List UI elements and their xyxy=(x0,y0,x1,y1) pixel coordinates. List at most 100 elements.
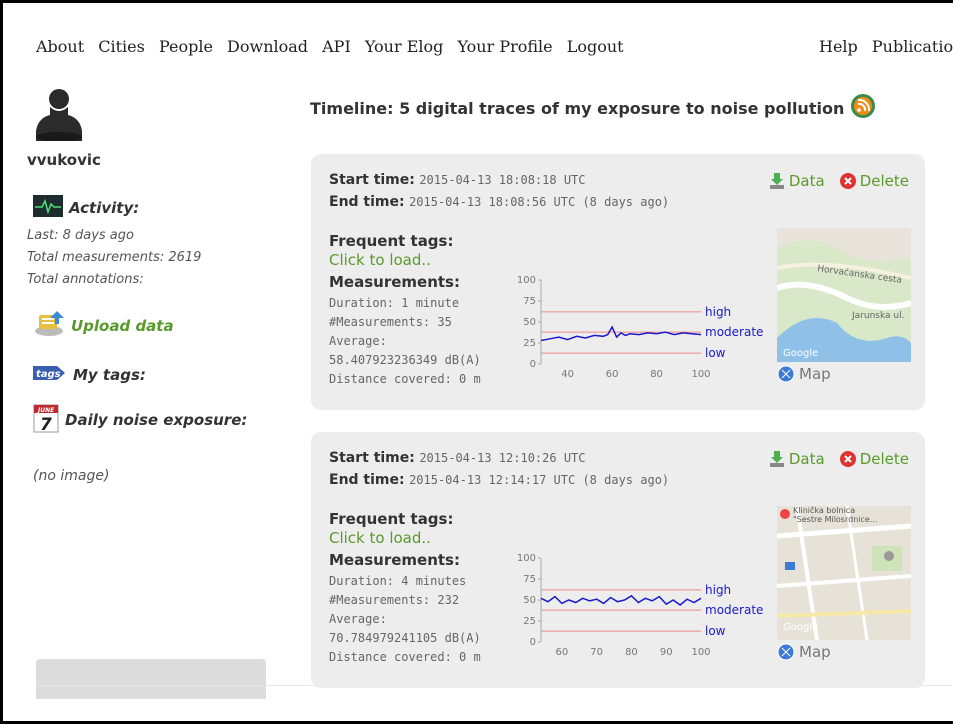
distance-covered: Distance covered: 0 m xyxy=(329,650,481,664)
measurement-count: #Measurements: 35 xyxy=(329,315,452,329)
measurements-details: Duration: 1 minute #Measurements: 35 Ave… xyxy=(329,294,481,389)
map-thumbnail[interactable]: Horvaćanska cesta Jarunska ul. Google xyxy=(777,228,911,362)
delete-button[interactable]: Delete xyxy=(839,172,909,190)
average-label: Average: xyxy=(329,334,387,348)
x-tick-label: 60 xyxy=(606,369,619,380)
threshold-label-high: high xyxy=(705,305,731,319)
x-tick-label: 60 xyxy=(556,647,569,658)
data-label: Data xyxy=(788,172,825,190)
activity-stats: Last: 8 days ago Total measurements: 261… xyxy=(27,225,201,291)
calendar-day: 7 xyxy=(40,415,52,433)
x-tick-label: 80 xyxy=(650,369,663,380)
upload-data-link[interactable]: Upload data xyxy=(33,311,174,341)
x-tick-label: 80 xyxy=(625,647,638,658)
x-tick-label: 70 xyxy=(590,647,603,658)
click-to-load-link[interactable]: Click to load.. xyxy=(329,251,431,269)
no-image-text: (no image) xyxy=(33,468,110,484)
download-icon xyxy=(768,450,786,468)
end-time-row: End time: 2015-04-13 12:14:17 UTC (8 day… xyxy=(329,472,669,488)
map-thumbnail[interactable]: Klinička bolnica "Sestre Milosrdnice... … xyxy=(777,506,911,640)
delete-button[interactable]: Delete xyxy=(839,450,909,468)
download-icon xyxy=(768,172,786,190)
noise-series-line xyxy=(540,325,702,342)
sidebar-grey-panel xyxy=(36,659,266,699)
nav-help[interactable]: Help xyxy=(819,37,858,56)
nav-api[interactable]: API xyxy=(322,37,351,56)
threshold-label-high: high xyxy=(705,583,731,597)
x-tick-label: 100 xyxy=(691,369,710,380)
nav-people[interactable]: People xyxy=(159,37,213,56)
daily-exposure-label: Daily noise exposure: xyxy=(65,411,248,429)
x-tick-label: 100 xyxy=(691,647,710,658)
noise-series-line xyxy=(540,594,702,606)
nav-right: Help Publicatio xyxy=(819,37,953,56)
nav-publications[interactable]: Publicatio xyxy=(872,37,953,56)
map-street-label: Jarunska ul. xyxy=(851,311,904,321)
map-icon xyxy=(777,643,795,661)
duration: Duration: 4 minutes xyxy=(329,574,467,588)
frequent-tags-heading: Frequent tags: xyxy=(329,232,454,250)
y-tick-label: 75 xyxy=(523,296,536,307)
map-label: Map xyxy=(799,643,831,661)
end-time-value: 2015-04-13 12:14:17 UTC (8 days ago) xyxy=(409,473,670,487)
y-tick-label: 75 xyxy=(523,574,536,585)
nav-left: About Cities People Download API Your El… xyxy=(36,37,633,56)
nav-cities[interactable]: Cities xyxy=(98,37,145,56)
nav-about[interactable]: About xyxy=(36,37,84,56)
x-tick-label: 90 xyxy=(660,647,673,658)
threshold-label-moderate: moderate xyxy=(705,325,763,339)
delete-icon xyxy=(839,172,857,190)
nav-logout[interactable]: Logout xyxy=(567,37,624,56)
distance-covered: Distance covered: 0 m xyxy=(329,372,481,386)
my-tags-heading: tags My tags: xyxy=(33,363,146,387)
data-download-button[interactable]: Data xyxy=(768,172,825,190)
delete-label: Delete xyxy=(859,172,909,190)
start-time-label: Start time: xyxy=(329,172,415,188)
timeline-title-text: Timeline: 5 digital traces of my exposur… xyxy=(310,98,845,118)
daily-exposure-heading: JUNE 7 Daily noise exposure: xyxy=(33,403,247,437)
calendar-icon: JUNE 7 xyxy=(33,403,59,437)
average-label: Average: xyxy=(329,612,387,626)
frequent-tags-heading: Frequent tags: xyxy=(329,510,454,528)
measurements-heading: Measurements: xyxy=(329,551,460,569)
y-tick-label: 50 xyxy=(523,595,536,606)
noise-chart: 0 25 50 75 100 40 60 80 100 high moderate low xyxy=(517,275,764,380)
activity-heading: Activity: xyxy=(33,195,139,221)
rss-icon[interactable] xyxy=(850,93,876,123)
threshold-label-moderate: moderate xyxy=(705,603,763,617)
y-tick-label: 25 xyxy=(523,616,536,627)
nav-your-elog[interactable]: Your Elog xyxy=(365,37,444,56)
click-to-load-link[interactable]: Click to load.. xyxy=(329,529,431,547)
total-measurements: Total measurements: 2619 xyxy=(27,250,202,265)
map-place-label: "Sestre Milosrdnice... xyxy=(793,515,877,524)
activity-label: Activity: xyxy=(69,199,140,217)
map-icon xyxy=(777,365,795,383)
duration: Duration: 1 minute xyxy=(329,296,460,310)
threshold-label-low: low xyxy=(705,346,726,360)
end-time-label: End time: xyxy=(329,194,405,210)
tags-icon: tags xyxy=(33,363,67,387)
start-time-row: Start time: 2015-04-13 18:08:18 UTC xyxy=(329,172,586,188)
y-tick-label: 100 xyxy=(517,553,536,564)
nav-download[interactable]: Download xyxy=(227,37,308,56)
upload-data-label: Upload data xyxy=(71,317,174,335)
average-value: 70.784979241105 dB(A) xyxy=(329,631,481,645)
map-link[interactable]: Map xyxy=(777,365,831,383)
nav-your-profile[interactable]: Your Profile xyxy=(457,37,552,56)
map-label: Map xyxy=(799,365,831,383)
map-link[interactable]: Map xyxy=(777,643,831,661)
y-tick-label: 0 xyxy=(530,359,536,370)
trace-actions: Data Delete xyxy=(754,172,909,190)
measurement-count: #Measurements: 232 xyxy=(329,593,460,607)
y-tick-label: 25 xyxy=(523,338,536,349)
data-label: Data xyxy=(788,450,825,468)
trace-actions: Data Delete xyxy=(754,450,909,468)
calendar-month: JUNE xyxy=(37,407,55,414)
map-logo: Google xyxy=(783,622,818,633)
avatar xyxy=(36,89,82,141)
end-time-value: 2015-04-13 18:08:56 UTC (8 days ago) xyxy=(409,195,670,209)
total-annotations: Total annotations: xyxy=(27,272,144,287)
top-nav: About Cities People Download API Your El… xyxy=(36,37,953,61)
activity-monitor-icon xyxy=(33,195,63,221)
data-download-button[interactable]: Data xyxy=(768,450,825,468)
